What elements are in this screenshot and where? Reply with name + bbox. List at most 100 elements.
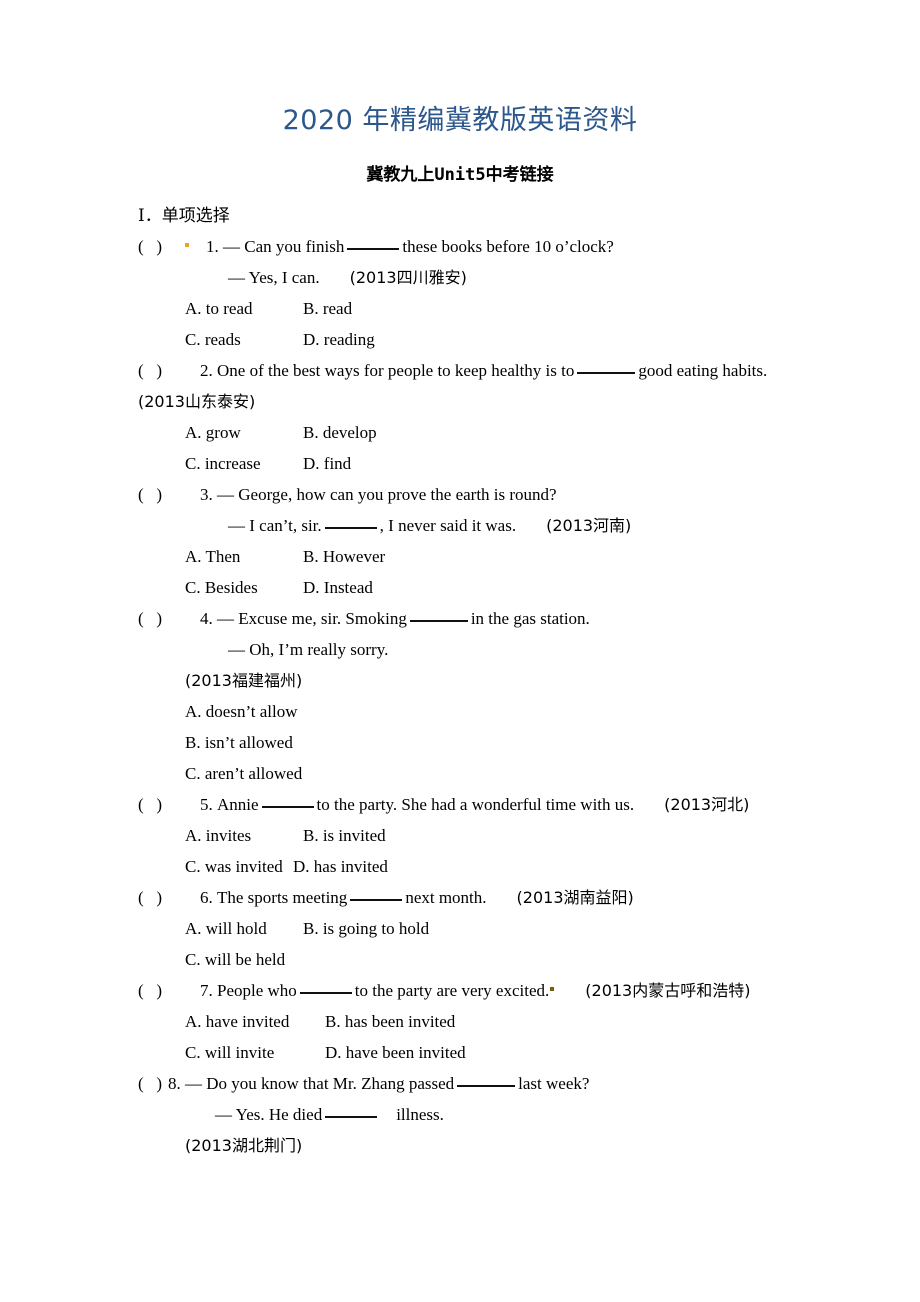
option-c[interactable]: C. will invite bbox=[185, 1037, 325, 1068]
question-text-tail: these books before 10 o’clock? bbox=[402, 237, 614, 256]
reply-text: — I can’t, sir. bbox=[228, 516, 322, 535]
answer-blank[interactable] bbox=[347, 235, 400, 250]
answer-bracket[interactable]: ( ) bbox=[138, 231, 184, 262]
option-d[interactable]: D. has invited bbox=[293, 857, 388, 876]
option-a[interactable]: A. to read bbox=[185, 293, 303, 324]
answer-bracket[interactable]: ( ) bbox=[138, 975, 184, 1006]
question-item: ( ) 6. The sports meeting next month. (2013… bbox=[0, 882, 920, 975]
question-source-line: (2013福建福州) bbox=[0, 665, 920, 696]
question-text: Annie bbox=[217, 795, 259, 814]
exercise-content: Ⅰ．单项选择 ( ) 1. — Can you finish these books… bbox=[0, 200, 920, 1161]
option-a[interactable]: A. will hold bbox=[185, 913, 303, 944]
question-text: — Can you finish bbox=[223, 237, 345, 256]
reply-text: — Yes, I can. bbox=[228, 268, 320, 287]
option-a[interactable]: A. have invited bbox=[185, 1006, 325, 1037]
answer-blank[interactable] bbox=[324, 514, 377, 529]
question-item: ( ) 3. — George, how can you prove the ea… bbox=[0, 479, 920, 603]
question-source: (2013湖北荆门) bbox=[185, 1136, 303, 1155]
option-d[interactable]: D. Instead bbox=[303, 578, 373, 597]
option-d[interactable]: D. reading bbox=[303, 330, 375, 349]
question-item: ( ) 4. — Excuse me, sir. Smoking in the ga… bbox=[0, 603, 920, 789]
question-source: (2013内蒙古呼和浩特) bbox=[585, 981, 751, 1000]
reply-text-tail: illness. bbox=[396, 1105, 444, 1124]
option-row: C. Besides D. Instead bbox=[0, 572, 920, 603]
question-item: ( ) 7. People who to the party are very ex… bbox=[0, 975, 920, 1068]
option-a[interactable]: A. doesn’t allow bbox=[185, 702, 298, 721]
option-b[interactable]: B. However bbox=[303, 547, 385, 566]
option-b[interactable]: B. has been invited bbox=[325, 1012, 455, 1031]
question-item: ( ) 5. Annie to the party. She had a wonde… bbox=[0, 789, 920, 882]
question-number: 3. bbox=[200, 485, 213, 504]
option-row: A. will hold B. is going to hold bbox=[0, 913, 920, 944]
option-c[interactable]: C. will be held bbox=[185, 950, 285, 969]
answer-bracket[interactable]: ( ) bbox=[138, 603, 184, 634]
question-number: 6. bbox=[200, 888, 213, 907]
answer-bracket[interactable]: ( ) bbox=[138, 789, 184, 820]
option-d[interactable]: D. find bbox=[303, 454, 351, 473]
question-source: (2013四川雅安) bbox=[349, 268, 467, 287]
question-stem: ( ) 1. — Can you finish these books before… bbox=[0, 231, 920, 262]
option-row: C. aren’t allowed bbox=[0, 758, 920, 789]
question-number: 5. bbox=[200, 795, 213, 814]
question-item: ( ) 1. — Can you finish these books before… bbox=[0, 231, 920, 355]
question-text-tail: next month. bbox=[405, 888, 487, 907]
answer-bracket[interactable]: ( ) bbox=[138, 479, 184, 510]
answer-blank[interactable] bbox=[577, 359, 636, 374]
option-row: C. increase D. find bbox=[0, 448, 920, 479]
question-stem: ( ) 6. The sports meeting next month. (2013… bbox=[0, 882, 920, 913]
option-c[interactable]: C. increase bbox=[185, 448, 303, 479]
question-text: — Do you know that Mr. Zhang passed bbox=[185, 1074, 455, 1093]
option-row: A. to read B. read bbox=[0, 293, 920, 324]
option-d[interactable]: D. have been invited bbox=[325, 1043, 466, 1062]
answer-blank[interactable] bbox=[409, 607, 468, 622]
option-c[interactable]: C. reads bbox=[185, 324, 303, 355]
question-source: (2013福建福州) bbox=[185, 671, 303, 690]
question-number: 8. bbox=[168, 1074, 181, 1093]
option-a[interactable]: A. invites bbox=[185, 820, 303, 851]
answer-bracket[interactable]: ( ) bbox=[138, 1068, 168, 1099]
question-source: (2013湖南益阳) bbox=[516, 888, 634, 907]
section-heading: Ⅰ．单项选择 bbox=[138, 206, 230, 225]
question-text-tail: to the party are very excited. bbox=[354, 981, 550, 1000]
option-c[interactable]: C. Besides bbox=[185, 572, 303, 603]
option-row: B. isn’t allowed bbox=[0, 727, 920, 758]
option-a[interactable]: A. Then bbox=[185, 541, 303, 572]
answer-blank[interactable] bbox=[299, 979, 352, 994]
option-b[interactable]: B. is invited bbox=[303, 826, 386, 845]
question-text-tail: in the gas station. bbox=[470, 609, 590, 628]
question-text-tail: last week? bbox=[518, 1074, 590, 1093]
option-row: A. invites B. is invited bbox=[0, 820, 920, 851]
option-row: A. grow B. develop bbox=[0, 417, 920, 448]
question-text: — Excuse me, sir. Smoking bbox=[217, 609, 407, 628]
question-reply: — Yes. He died illness. bbox=[0, 1099, 920, 1130]
option-b[interactable]: B. is going to hold bbox=[303, 919, 429, 938]
option-row: A. have invited B. has been invited bbox=[0, 1006, 920, 1037]
option-c[interactable]: C. aren’t allowed bbox=[185, 764, 302, 783]
question-stem: ( ) 7. People who to the party are very ex… bbox=[0, 975, 920, 1006]
question-text: One of the best ways for people to keep … bbox=[217, 361, 575, 380]
option-a[interactable]: A. grow bbox=[185, 417, 303, 448]
answer-bracket[interactable]: ( ) bbox=[138, 355, 184, 386]
option-b[interactable]: B. isn’t allowed bbox=[185, 733, 293, 752]
option-c[interactable]: C. was invited bbox=[185, 851, 293, 882]
answer-bracket[interactable]: ( ) bbox=[138, 882, 184, 913]
question-item: ( ) 8. — Do you know that Mr. Zhang passe… bbox=[0, 1068, 920, 1161]
option-row: C. reads D. reading bbox=[0, 324, 920, 355]
option-row: C. will invite D. have been invited bbox=[0, 1037, 920, 1068]
answer-blank[interactable] bbox=[350, 886, 403, 901]
reply-text: — Yes. He died bbox=[215, 1105, 323, 1124]
question-text: People who bbox=[217, 981, 297, 1000]
option-row: C. was invited D. has invited bbox=[0, 851, 920, 882]
question-reply: — Yes, I can. (2013四川雅安) bbox=[0, 262, 920, 293]
question-stem: ( ) 4. — Excuse me, sir. Smoking in the ga… bbox=[0, 603, 920, 634]
page-banner-heading: 2020 年精编冀教版英语资料 bbox=[282, 105, 638, 136]
option-b[interactable]: B. develop bbox=[303, 423, 377, 442]
answer-blank[interactable] bbox=[325, 1103, 378, 1118]
option-b[interactable]: B. read bbox=[303, 299, 352, 318]
answer-blank[interactable] bbox=[261, 793, 314, 808]
question-number: 7. bbox=[200, 981, 213, 1000]
option-row: C. will be held bbox=[0, 944, 920, 975]
answer-blank[interactable] bbox=[457, 1072, 516, 1087]
question-item: ( ) 2. One of the best ways for people to… bbox=[0, 355, 920, 479]
question-source: (2013河南) bbox=[546, 516, 632, 535]
